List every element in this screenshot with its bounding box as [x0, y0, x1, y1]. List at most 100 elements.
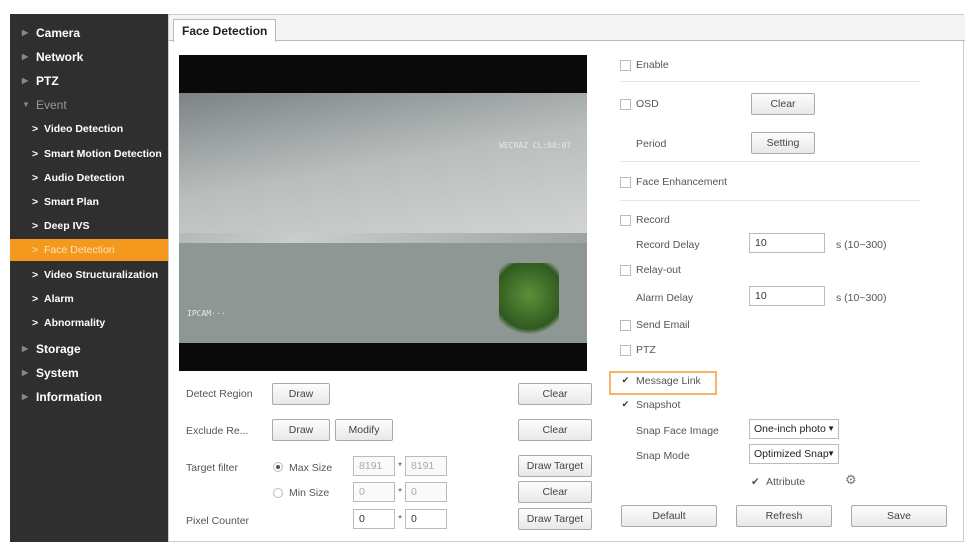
- divider: [620, 161, 920, 162]
- sidebar-sub-alarm[interactable]: > Alarm: [10, 288, 168, 310]
- min-size-radio[interactable]: [273, 488, 283, 498]
- dropdown-arrow-icon: ▼: [827, 449, 835, 458]
- relay-out-label: Relay-out: [636, 264, 681, 276]
- chevron-right-icon: >: [32, 148, 39, 160]
- exclude-region-label: Exclude Re...: [186, 425, 249, 437]
- enable-checkbox[interactable]: [620, 60, 631, 71]
- snap-mode-label: Snap Mode: [636, 450, 690, 462]
- record-checkbox[interactable]: [620, 215, 631, 226]
- triangle-down-icon: ▼: [22, 100, 30, 109]
- send-email-checkbox[interactable]: [620, 320, 631, 331]
- triangle-icon: ▶: [22, 368, 29, 377]
- sidebar-item-camera[interactable]: ▶ Camera: [10, 22, 168, 44]
- ptz-checkbox[interactable]: [620, 345, 631, 356]
- osd-clear-button[interactable]: Clear: [751, 93, 815, 115]
- osd-label: OSD: [636, 98, 659, 110]
- sidebar-item-storage[interactable]: ▶ Storage: [10, 338, 168, 360]
- chevron-right-icon: >: [32, 123, 39, 135]
- sidebar-sub-deep-ivs[interactable]: > Deep IVS: [10, 215, 168, 237]
- sidebar-sub-audio-detection[interactable]: > Audio Detection: [10, 167, 168, 189]
- chevron-right-icon: >: [32, 220, 39, 232]
- min-width-input[interactable]: 0: [353, 482, 395, 502]
- pixel-height-input[interactable]: 0: [405, 509, 447, 529]
- chevron-right-icon: >: [32, 196, 39, 208]
- gear-icon[interactable]: ⚙: [845, 472, 857, 488]
- chevron-right-icon: >: [32, 172, 39, 184]
- detect-draw-button[interactable]: Draw: [272, 383, 330, 405]
- period-setting-button[interactable]: Setting: [751, 132, 815, 154]
- max-width-input[interactable]: 8191: [353, 456, 395, 476]
- sidebar-item-information[interactable]: ▶ Information: [10, 386, 168, 408]
- osd-timestamp: WECRAZ CL:00:07: [499, 141, 572, 150]
- record-delay-label: Record Delay: [636, 239, 700, 251]
- main-panel: Face Detection WECRAZ CL:00:07 IP­­CAM··…: [168, 14, 965, 542]
- face-enhancement-checkbox[interactable]: [620, 177, 631, 188]
- pixel-counter-label: Pixel Counter: [186, 515, 250, 527]
- triangle-icon: ▶: [22, 28, 29, 37]
- dropdown-arrow-icon: ▼: [827, 424, 835, 433]
- ceiling-image: [179, 93, 587, 233]
- detect-region-label: Detect Region: [186, 388, 253, 400]
- alarm-delay-unit: s (10~300): [836, 292, 887, 304]
- chevron-right-icon: >: [32, 269, 39, 281]
- record-delay-input[interactable]: 10: [749, 233, 825, 253]
- draw-target-button[interactable]: Draw Target: [518, 455, 592, 477]
- period-label: Period: [636, 138, 667, 150]
- snapshot-checkbox[interactable]: ✔: [620, 400, 631, 411]
- sidebar-item-event[interactable]: ▼ Event: [10, 94, 168, 116]
- attribute-label: Attribute: [766, 476, 806, 488]
- max-size-radio[interactable]: [273, 462, 283, 472]
- min-height-input[interactable]: 0: [405, 482, 447, 502]
- snap-face-image-select[interactable]: One-inch photo ▼: [749, 419, 839, 439]
- sidebar-sub-face-detection[interactable]: > Face Detection: [10, 239, 168, 261]
- osd-checkbox[interactable]: [620, 99, 631, 110]
- min-size-label: Min Size: [289, 487, 330, 499]
- plant-image: [499, 263, 559, 343]
- divider: [620, 81, 920, 82]
- refresh-button[interactable]: Refresh: [736, 505, 832, 527]
- sidebar-item-ptz[interactable]: ▶ PTZ: [10, 70, 168, 92]
- attribute-checkbox[interactable]: ✔: [751, 476, 760, 488]
- pixel-width-input[interactable]: 0: [353, 509, 395, 529]
- sidebar-sub-smart-motion[interactable]: > Smart Motion Detection: [10, 143, 168, 165]
- ptz-label: PTZ: [636, 344, 656, 356]
- times-sign: *: [398, 513, 403, 525]
- times-sign: *: [398, 460, 403, 472]
- record-label: Record: [636, 214, 670, 226]
- video-preview[interactable]: WECRAZ CL:00:07 IP­­CAM···: [179, 55, 587, 371]
- sidebar-sub-smart-plan[interactable]: > Smart Plan: [10, 191, 168, 213]
- max-height-input[interactable]: 8191: [405, 456, 447, 476]
- target-clear-button[interactable]: Clear: [518, 481, 592, 503]
- snap-mode-select[interactable]: Optimized Snap ▼: [749, 444, 839, 464]
- divider: [620, 200, 920, 201]
- save-button[interactable]: Save: [851, 505, 947, 527]
- alarm-delay-input[interactable]: 10: [749, 286, 825, 306]
- sidebar-item-system[interactable]: ▶ System: [10, 362, 168, 384]
- tab-face-detection[interactable]: Face Detection: [173, 19, 277, 42]
- max-size-label: Max Size: [289, 462, 333, 474]
- osd-channel-name: IP­­CAM···: [187, 309, 226, 318]
- exclude-modify-button[interactable]: Modify: [335, 419, 393, 441]
- triangle-icon: ▶: [22, 392, 29, 401]
- relay-out-checkbox[interactable]: [620, 265, 631, 276]
- pixel-draw-target-button[interactable]: Draw Target: [518, 508, 592, 530]
- sidebar-sub-abnormality[interactable]: > Abnormality: [10, 312, 168, 334]
- sidebar-sub-video-structuralization[interactable]: > Video Structuralization: [10, 264, 168, 286]
- detect-clear-button[interactable]: Clear: [518, 383, 592, 405]
- snap-face-image-label: Snap Face Image: [636, 425, 719, 437]
- message-link-checkbox[interactable]: ✔: [620, 376, 631, 387]
- triangle-icon: ▶: [22, 76, 29, 85]
- chevron-right-icon: >: [32, 317, 39, 329]
- triangle-icon: ▶: [22, 344, 29, 353]
- triangle-icon: ▶: [22, 52, 29, 61]
- face-enhancement-label: Face Enhancement: [636, 176, 728, 188]
- target-filter-label: Target filter: [186, 462, 238, 474]
- sidebar-sub-video-detection[interactable]: > Video Detection: [10, 118, 168, 140]
- sidebar-item-network[interactable]: ▶ Network: [10, 46, 168, 68]
- exclude-draw-button[interactable]: Draw: [272, 419, 330, 441]
- default-button[interactable]: Default: [621, 505, 717, 527]
- chevron-right-icon: >: [32, 293, 39, 305]
- alarm-delay-label: Alarm Delay: [636, 292, 694, 304]
- exclude-clear-button[interactable]: Clear: [518, 419, 592, 441]
- send-email-label: Send Email: [636, 319, 690, 331]
